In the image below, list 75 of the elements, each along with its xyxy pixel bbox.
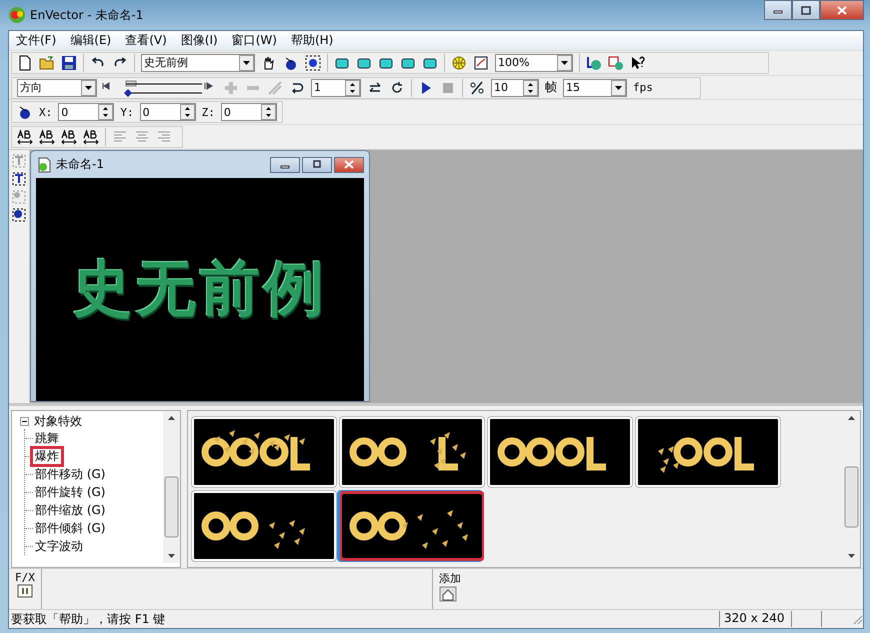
document-icon xyxy=(36,156,52,173)
text-spacing-icon[interactable] xyxy=(17,129,33,146)
menu-item[interactable]: 查看(V) xyxy=(118,32,174,49)
add-label: 添加 xyxy=(438,571,461,586)
spinner-arrows-icon[interactable] xyxy=(345,80,360,96)
tree-item[interactable]: 部件移动 (G) xyxy=(33,466,108,482)
y-label: Y: xyxy=(119,106,135,119)
status-message: 要获取「帮助」，请按 F1 键 xyxy=(10,610,166,628)
maximize-button[interactable] xyxy=(792,0,820,20)
minimize-button[interactable] xyxy=(764,0,792,20)
tree-item[interactable]: 跳舞 xyxy=(33,430,61,446)
canvas-text: 史无前例 xyxy=(72,253,328,326)
resize-grip-icon[interactable] xyxy=(851,613,863,626)
menu-item[interactable]: 窗口(W) xyxy=(224,32,284,49)
y-field[interactable]: 0 xyxy=(140,103,196,122)
x-field[interactable]: 0 xyxy=(58,103,114,122)
fx-button[interactable]: F/X xyxy=(9,569,42,610)
rotate-object-icon[interactable] xyxy=(17,104,33,120)
chart-window-icon[interactable] xyxy=(473,54,489,71)
spinner-arrows-icon[interactable] xyxy=(260,104,276,120)
spinner-arrows-icon[interactable] xyxy=(523,80,538,96)
fps-label: fps xyxy=(632,81,654,94)
menu-item[interactable]: 帮助(H) xyxy=(284,32,340,49)
target-icon[interactable] xyxy=(305,54,321,71)
pause-icon xyxy=(16,584,33,598)
rotate-object-icon[interactable] xyxy=(283,54,299,71)
restore-icon[interactable] xyxy=(312,160,322,170)
menu-item[interactable]: 图像(I) xyxy=(174,32,225,49)
text-spacing-icon[interactable] xyxy=(61,129,77,146)
step-field[interactable]: 1 xyxy=(311,78,361,97)
object-select-icon[interactable] xyxy=(11,207,27,224)
app-logo-icon xyxy=(8,6,26,24)
direction-select[interactable]: 方向 xyxy=(17,78,97,97)
tree-item[interactable]: 部件倾斜 (G) xyxy=(33,520,108,536)
add-button[interactable]: 添加 xyxy=(432,569,467,610)
globe-icon[interactable] xyxy=(451,54,467,71)
minimize-button[interactable] xyxy=(270,156,300,173)
close-icon[interactable] xyxy=(344,160,354,170)
font-select[interactable]: 史无前例 xyxy=(141,54,255,72)
close-button[interactable] xyxy=(334,156,364,173)
text-spacing-icon[interactable] xyxy=(83,129,99,146)
close-icon[interactable] xyxy=(837,6,847,14)
tree-item[interactable]: 文字波动 xyxy=(33,538,85,554)
tree-item[interactable]: 爆炸 xyxy=(33,448,61,464)
new-file-icon[interactable] xyxy=(17,54,33,71)
document-title: 未命名-1 xyxy=(56,156,104,174)
tree-item[interactable]: 部件缩放 (G) xyxy=(33,502,108,518)
z-field[interactable]: 0 xyxy=(220,103,277,122)
collapse-icon[interactable] xyxy=(20,416,29,426)
maximize-icon[interactable] xyxy=(801,6,811,14)
fx-label: F/X xyxy=(15,571,35,584)
frame-label: 帧 xyxy=(544,79,558,96)
house-icon xyxy=(438,586,457,602)
restore-button[interactable] xyxy=(302,156,332,173)
text-select-icon[interactable] xyxy=(11,171,27,188)
frame-field[interactable]: 10 xyxy=(491,78,539,97)
x-label: X: xyxy=(38,106,54,119)
canvas-size: 320 x 240 xyxy=(719,611,791,628)
save-icon[interactable] xyxy=(61,54,77,71)
help-pointer-icon[interactable] xyxy=(630,54,646,71)
tree-item[interactable]: 部件旋转 (G) xyxy=(33,484,108,500)
menu-item[interactable]: 编辑(E) xyxy=(63,32,118,49)
text-spacing-icon[interactable] xyxy=(39,129,55,146)
close-button[interactable] xyxy=(820,0,864,20)
window-title: EnVector - 未命名-1 xyxy=(30,6,144,24)
z-label: Z: xyxy=(200,106,216,119)
zoom-select[interactable]: 100% xyxy=(495,54,573,72)
tree-item[interactable]: 对象特效 xyxy=(32,414,84,429)
spinner-arrows-icon[interactable] xyxy=(98,104,114,120)
open-folder-icon[interactable] xyxy=(39,54,55,71)
spinner-arrows-icon[interactable] xyxy=(180,104,195,120)
percent-icon[interactable] xyxy=(469,80,485,96)
menu-item[interactable]: 文件(F) xyxy=(9,32,64,49)
fps-select[interactable]: 15 xyxy=(563,78,627,97)
scrollbar[interactable] xyxy=(163,411,180,564)
